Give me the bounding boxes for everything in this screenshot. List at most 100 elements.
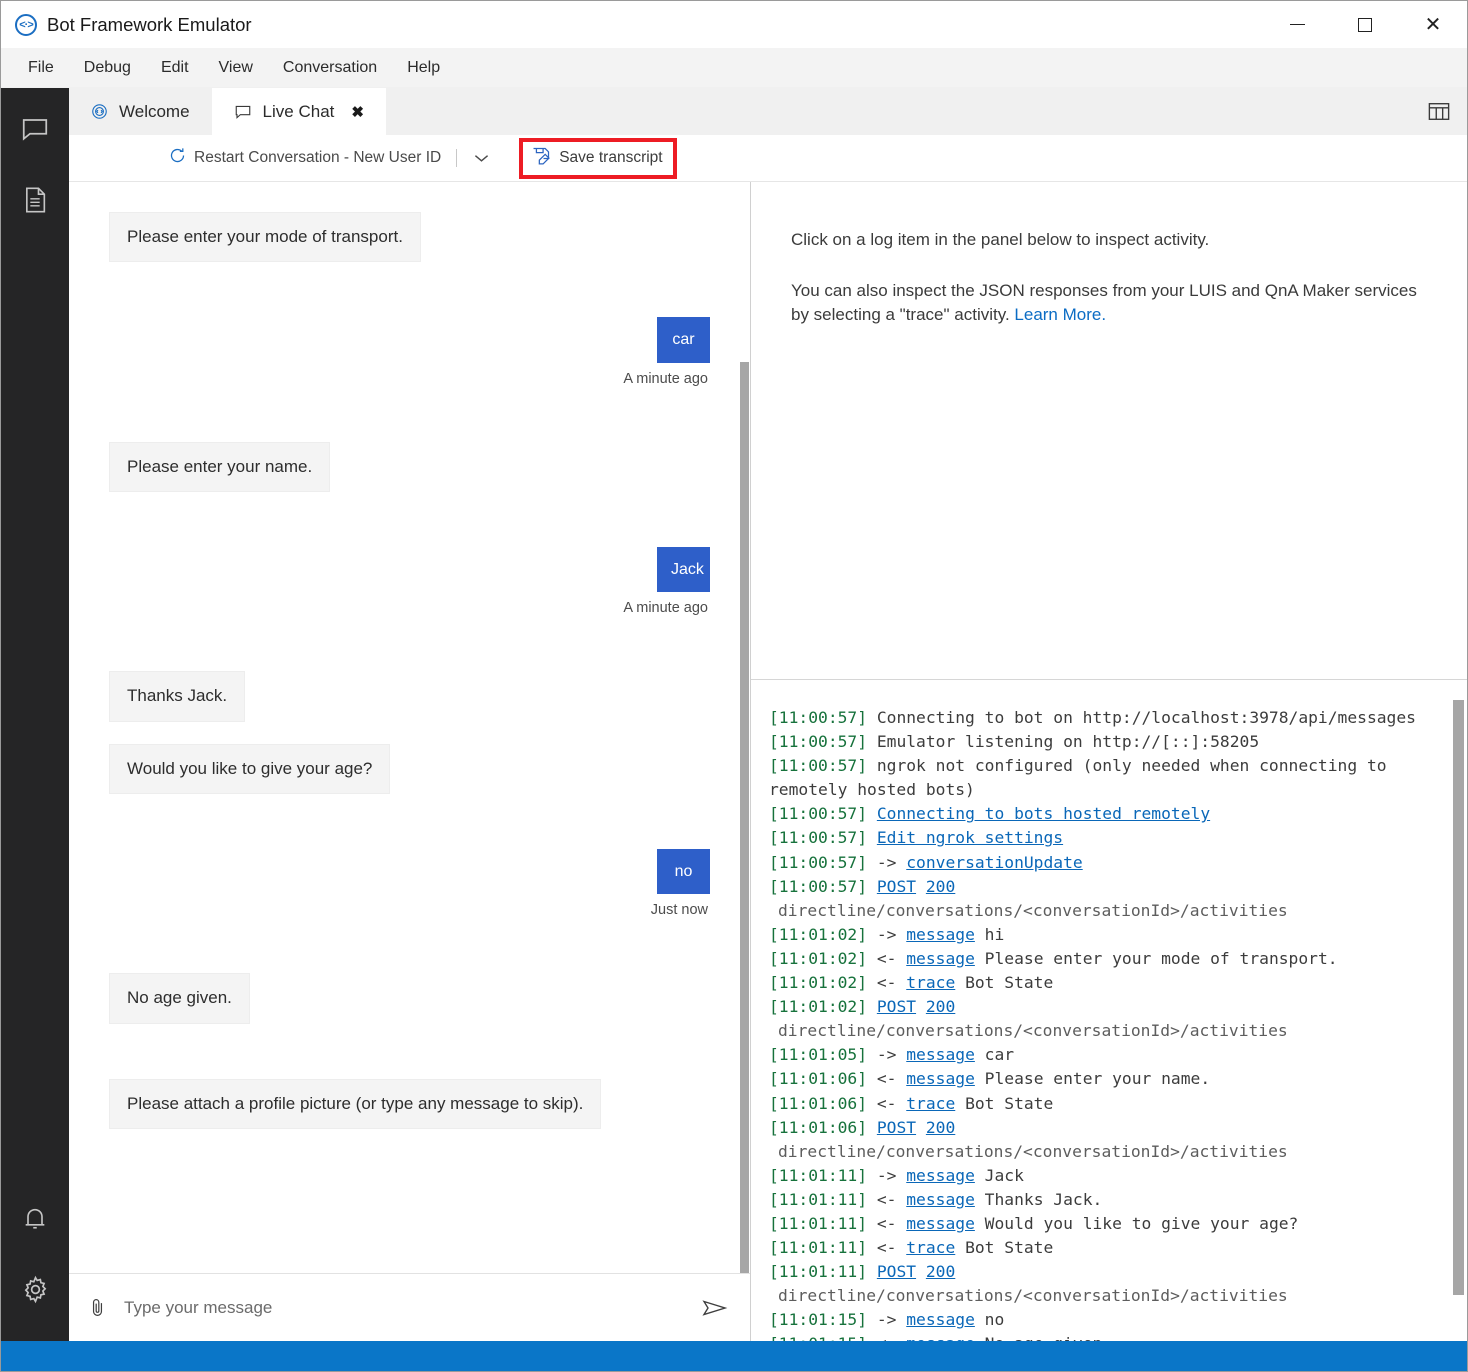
send-icon[interactable]: [690, 1297, 728, 1319]
log-line[interactable]: [11:01:11] POST 200: [769, 1260, 1443, 1284]
log-line[interactable]: [11:01:06] <- trace Bot State: [769, 1092, 1443, 1116]
log-line[interactable]: [11:00:57] Emulator listening on http://…: [769, 730, 1443, 754]
log-link[interactable]: message: [906, 1214, 975, 1233]
log-line[interactable]: [11:00:57] -> conversationUpdate: [769, 851, 1443, 875]
minimize-button[interactable]: [1263, 1, 1331, 48]
split-panel-icon[interactable]: [1425, 100, 1453, 124]
log-text: <-: [867, 973, 907, 993]
restart-dropdown-button[interactable]: [468, 153, 495, 163]
message-row: car A minute ago: [109, 317, 710, 387]
message-row: No age given.: [109, 973, 710, 1024]
emulator-window: <·> Bot Framework Emulator ✕ File Debug …: [0, 0, 1468, 1372]
log-text: ->: [867, 1165, 907, 1185]
menu-item-file[interactable]: File: [15, 55, 67, 81]
log-line[interactable]: [11:01:02] <- message Please enter your …: [769, 947, 1443, 971]
save-transcript-button[interactable]: Save transcript: [519, 137, 677, 179]
log-link[interactable]: 200: [926, 1262, 955, 1281]
log-line[interactable]: [11:00:57] ngrok not configured (only ne…: [769, 754, 1443, 802]
log-line[interactable]: directline/conversations/<conversationId…: [769, 1019, 1443, 1043]
log-link[interactable]: message: [906, 949, 975, 968]
log-line[interactable]: [11:00:57] Connecting to bot on http://l…: [769, 706, 1443, 730]
log-timestamp: [11:01:02]: [769, 973, 868, 993]
log-text: <-: [867, 1069, 907, 1089]
restart-conversation-button[interactable]: Restart Conversation - New User ID: [165, 142, 445, 174]
toolbar-divider: [456, 149, 458, 167]
log-text: <-: [867, 1189, 907, 1209]
log-link[interactable]: message: [906, 1310, 975, 1329]
tab-welcome[interactable]: Welcome: [69, 88, 212, 135]
log-line[interactable]: [11:01:02] POST 200: [769, 995, 1443, 1019]
log-line[interactable]: [11:01:06] <- message Please enter your …: [769, 1067, 1443, 1091]
log-line[interactable]: [11:01:11] <- trace Bot State: [769, 1236, 1443, 1260]
log-line[interactable]: [11:00:57] Connecting to bots hosted rem…: [769, 802, 1443, 826]
window-title: Bot Framework Emulator: [47, 13, 252, 35]
bot-message-bubble: No age given.: [109, 973, 250, 1024]
menu-item-conversation[interactable]: Conversation: [270, 55, 390, 81]
log-timestamp: [11:01:06]: [769, 1093, 868, 1113]
tab-close-icon[interactable]: ✖: [351, 103, 364, 121]
learn-more-link[interactable]: Learn More.: [1014, 305, 1106, 324]
log-text: Please enter your name.: [974, 1069, 1211, 1089]
log-line[interactable]: directline/conversations/<conversationId…: [769, 1140, 1443, 1164]
inspector-line-2: You can also inspect the JSON responses …: [791, 279, 1427, 328]
rail-chat-bubble-icon[interactable]: [15, 110, 55, 150]
menu-item-edit[interactable]: Edit: [148, 55, 202, 81]
menu-item-view[interactable]: View: [206, 55, 266, 81]
log-link[interactable]: message: [906, 1045, 975, 1064]
log-link[interactable]: trace: [906, 1094, 955, 1113]
log-link[interactable]: POST: [877, 1118, 916, 1137]
log-line[interactable]: directline/conversations/<conversationId…: [769, 899, 1443, 923]
log-link[interactable]: Connecting to bots hosted remotely: [877, 804, 1210, 823]
log-timestamp: [11:01:15]: [769, 1334, 867, 1341]
log-link[interactable]: message: [906, 1069, 975, 1088]
log-link[interactable]: 200: [926, 877, 955, 896]
log-link[interactable]: conversationUpdate: [906, 853, 1082, 872]
log-line[interactable]: [11:00:57] POST 200: [769, 875, 1443, 899]
log-line[interactable]: directline/conversations/<conversationId…: [769, 1284, 1443, 1308]
log-link[interactable]: POST: [877, 877, 916, 896]
log-link[interactable]: Edit ngrok settings: [877, 828, 1063, 847]
log-line[interactable]: [11:00:57] Edit ngrok settings: [769, 826, 1443, 850]
log-line[interactable]: [11:01:11] <- message Thanks Jack.: [769, 1188, 1443, 1212]
menu-item-debug[interactable]: Debug: [71, 55, 144, 81]
log-line[interactable]: [11:01:02] <- trace Bot State: [769, 971, 1443, 995]
restart-conversation-label: Restart Conversation - New User ID: [194, 149, 442, 166]
log-line[interactable]: [11:01:15] -> message no: [769, 1308, 1443, 1332]
close-icon: ✕: [1424, 13, 1442, 36]
close-button[interactable]: ✕: [1399, 1, 1467, 48]
log-link[interactable]: message: [906, 1334, 975, 1341]
log-text: directline/conversations/<conversationId…: [778, 1286, 1288, 1306]
log-line[interactable]: [11:01:06] POST 200: [769, 1116, 1443, 1140]
log-text: car: [974, 1045, 1015, 1065]
log-line[interactable]: [11:01:11] -> message Jack: [769, 1164, 1443, 1188]
log-text: <-: [867, 1213, 907, 1233]
chat-scrollbar[interactable]: [740, 362, 749, 1273]
log-link[interactable]: 200: [926, 1118, 955, 1137]
rail-bell-icon[interactable]: [15, 1199, 55, 1239]
paperclip-icon[interactable]: [87, 1297, 124, 1318]
menu-item-help[interactable]: Help: [394, 55, 453, 81]
log-link[interactable]: trace: [906, 973, 955, 992]
log-line[interactable]: [11:01:02] -> message hi: [769, 923, 1443, 947]
inspector-placeholder: Click on a log item in the panel below t…: [751, 182, 1467, 680]
log-line[interactable]: [11:01:05] -> message car: [769, 1043, 1443, 1067]
tab-live-chat[interactable]: Live Chat ✖: [211, 88, 386, 135]
rail-gear-icon[interactable]: [15, 1269, 55, 1309]
log-line[interactable]: [11:01:15] <- message No age given.: [769, 1332, 1443, 1341]
log-scrollbar[interactable]: [1453, 700, 1464, 1295]
log-link[interactable]: POST: [877, 997, 916, 1016]
message-input[interactable]: [124, 1297, 690, 1318]
rail-document-icon[interactable]: [15, 180, 55, 220]
log-panel[interactable]: [11:00:57] Connecting to bot on http://l…: [751, 680, 1467, 1341]
log-link[interactable]: message: [906, 1190, 975, 1209]
bot-message-bubble: Please enter your mode of transport.: [109, 212, 421, 263]
log-line[interactable]: [11:01:11] <- message Would you like to …: [769, 1212, 1443, 1236]
maximize-button[interactable]: [1331, 1, 1399, 48]
log-link[interactable]: message: [906, 1166, 975, 1185]
log-link[interactable]: POST: [877, 1262, 916, 1281]
log-link[interactable]: message: [906, 925, 975, 944]
log-link[interactable]: 200: [926, 997, 955, 1016]
log-link[interactable]: trace: [906, 1238, 955, 1257]
